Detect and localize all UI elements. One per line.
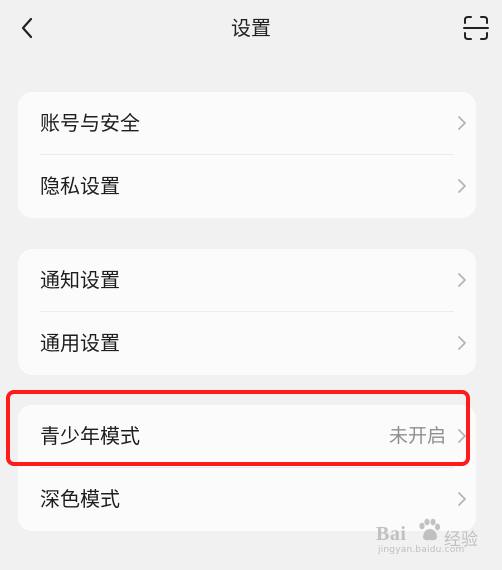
- chevron-right-icon: [456, 271, 468, 289]
- settings-item-label: 账号与安全: [40, 111, 140, 135]
- settings-item-label: 深色模式: [40, 487, 120, 511]
- watermark-url: jingyan.baidu.com: [378, 545, 465, 555]
- chevron-right-icon: [456, 427, 468, 445]
- settings-item-general[interactable]: 通用设置: [18, 312, 476, 375]
- settings-item-notifications[interactable]: 通知设置: [18, 249, 476, 312]
- scan-icon: [462, 14, 490, 42]
- chevron-right-icon: [456, 334, 468, 352]
- teen-mode-status: 未开启: [388, 425, 446, 447]
- settings-item-dark-mode[interactable]: 深色模式: [18, 468, 476, 531]
- scan-button[interactable]: [462, 14, 490, 42]
- chevron-right-icon: [456, 177, 468, 195]
- settings-item-privacy[interactable]: 隐私设置: [18, 155, 476, 218]
- chevron-right-icon: [456, 114, 468, 132]
- settings-group-modes: 青少年模式 未开启 深色模式: [18, 405, 476, 531]
- settings-item-label: 青少年模式: [40, 424, 140, 448]
- settings-item-label: 隐私设置: [40, 174, 120, 198]
- page-title: 设置: [231, 16, 271, 40]
- settings-item-teen-mode[interactable]: 青少年模式 未开启: [18, 405, 476, 468]
- chevron-right-icon: [456, 490, 468, 508]
- settings-group-account: 账号与安全 隐私设置: [18, 92, 476, 218]
- settings-item-account-security[interactable]: 账号与安全: [18, 92, 476, 155]
- settings-group-general: 通知设置 通用设置: [18, 249, 476, 375]
- settings-item-label: 通用设置: [40, 331, 120, 355]
- settings-item-label: 通知设置: [40, 268, 120, 292]
- nav-bar: 设置: [0, 0, 502, 56]
